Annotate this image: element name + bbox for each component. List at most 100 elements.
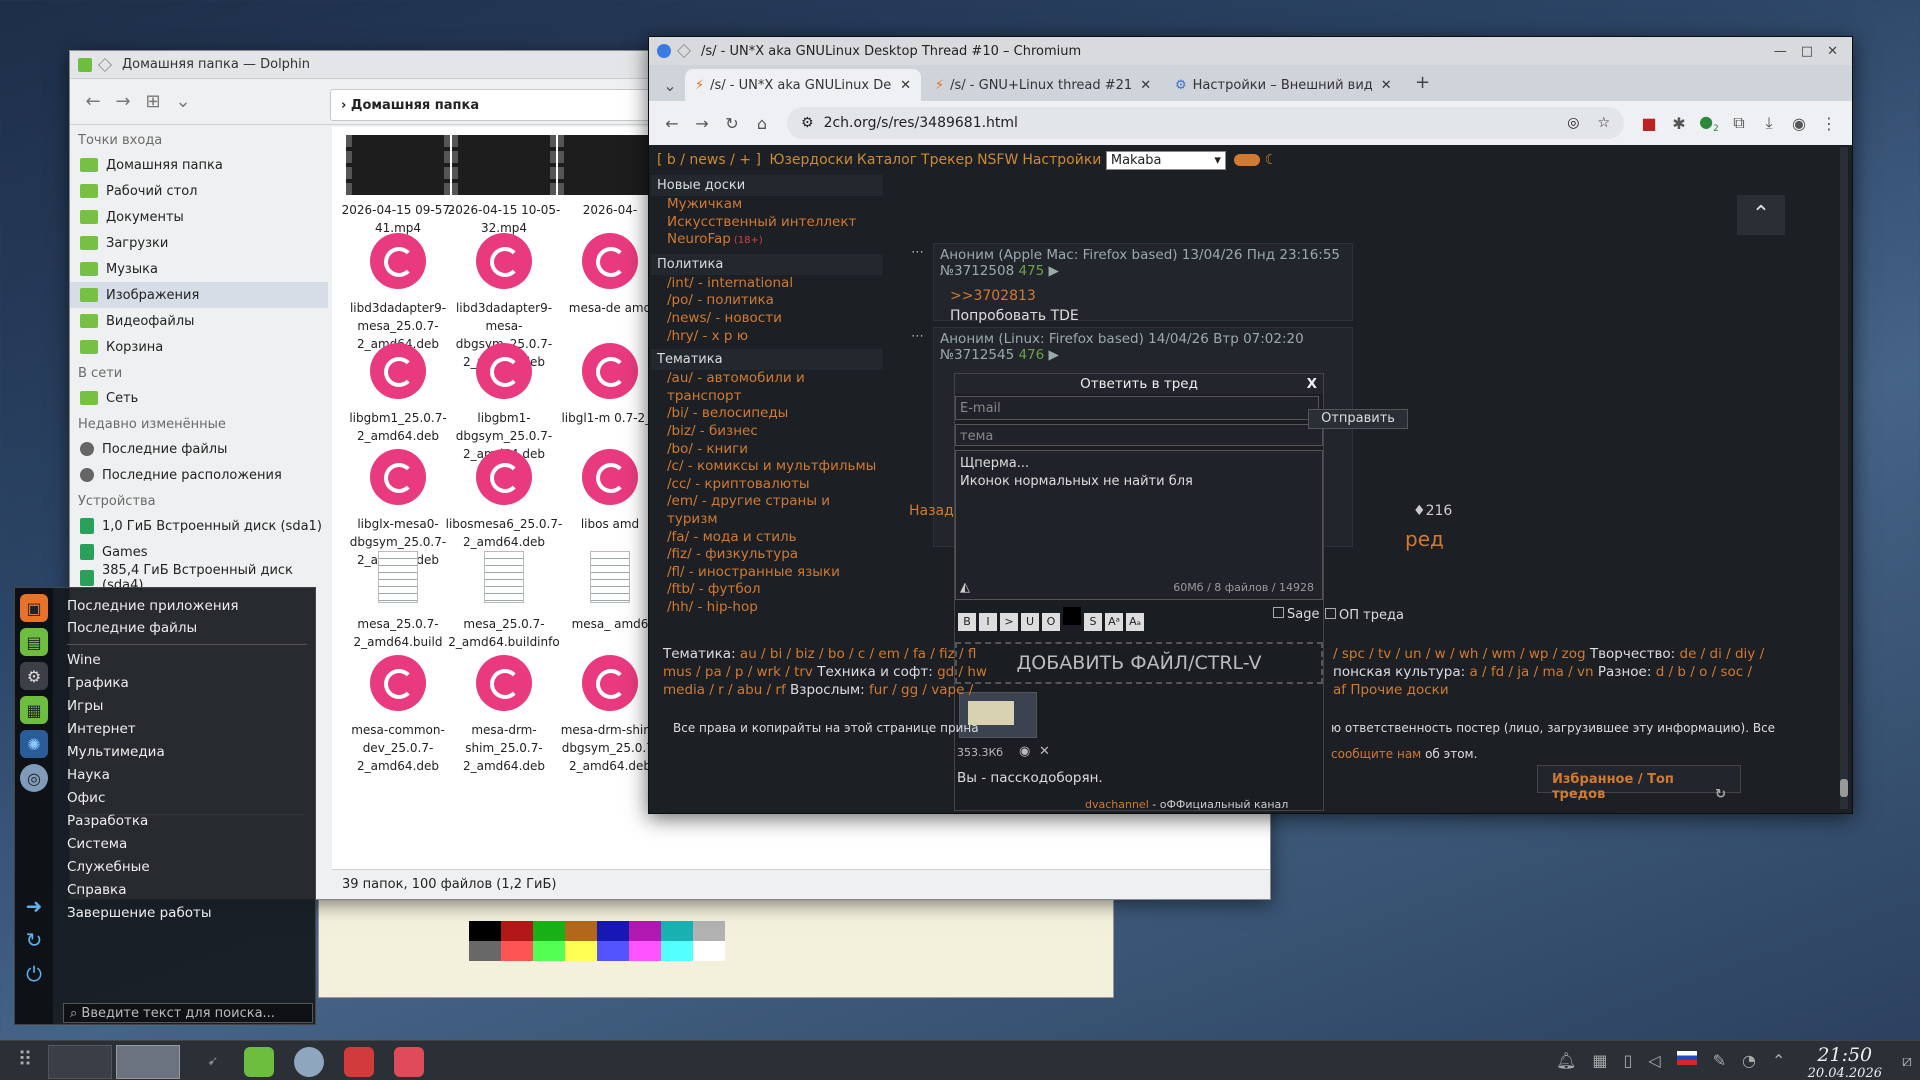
settings-gear-icon[interactable]: ⚙ <box>20 662 48 690</box>
menu-item-10[interactable]: Система <box>67 836 127 852</box>
app-launcher-icon[interactable]: ⠿ <box>10 1047 40 1077</box>
menu-board-link[interactable]: /po/ - политика <box>651 292 883 310</box>
places-item[interactable]: Корзина <box>70 334 328 360</box>
footer-board-links[interactable]: d / b / o / soc / <box>1656 664 1752 680</box>
restart-icon[interactable]: ↻ <box>20 926 48 954</box>
places-item[interactable]: Домашняя папка <box>70 152 328 178</box>
tab-thread-21[interactable]: ⚡ /s/ - GNU+Linux thread #21 ✕ <box>925 69 1161 101</box>
footer-other-boards[interactable]: af Прочие доски <box>1333 681 1449 699</box>
forward-arrow-icon[interactable]: → <box>687 114 717 133</box>
format-button[interactable]: Aₐ <box>1126 613 1144 631</box>
spoiler-button[interactable] <box>1063 607 1081 625</box>
files-icon[interactable]: ▤ <box>20 628 48 656</box>
minimize-icon[interactable]: — <box>1774 44 1787 59</box>
back-arrow-icon[interactable]: ← <box>657 114 687 133</box>
topnav-link[interactable]: Настройки <box>1022 152 1101 168</box>
menu-icon[interactable]: ⋮ <box>1814 114 1844 133</box>
file-item[interactable]: 2026-04-15 09-57-41.mp4 <box>338 127 458 237</box>
menu-item-0[interactable]: Последние приложения <box>67 598 239 614</box>
file-item[interactable]: 2026-04-15 10-05-32.mp4 <box>444 127 564 237</box>
post-menu-icon[interactable]: ⋯ <box>911 329 924 344</box>
menu-board-link[interactable]: /fa/ - мода и стиль <box>651 529 883 547</box>
format-button[interactable]: O <box>1042 613 1060 631</box>
file-item[interactable]: mesa_25.0.7-2_amd64.build <box>338 545 458 651</box>
moon-icon[interactable]: ☾ <box>1265 152 1278 168</box>
folder-icon[interactable]: ▦ <box>20 696 48 724</box>
tray-arrow-icon[interactable]: ⌃ <box>1772 1051 1785 1070</box>
tab-thread-10[interactable]: ⚡ /s/ - UN*X aka GNULinux De ✕ <box>685 69 921 101</box>
menu-board-link[interactable]: /news/ - новости <box>651 310 883 328</box>
clipboard-icon[interactable]: ▯ <box>1623 1051 1632 1070</box>
play-icon[interactable]: ▶ <box>1049 263 1059 279</box>
russian-flag-icon[interactable] <box>1676 1051 1697 1065</box>
menu-item-9[interactable]: Разработка <box>67 813 148 829</box>
places-item[interactable]: Видеофайлы <box>70 308 328 334</box>
play-icon[interactable]: ▶ <box>1049 347 1059 363</box>
logout-icon[interactable]: ➜ <box>20 892 48 920</box>
menu-item-8[interactable]: Офис <box>67 790 105 806</box>
topnav-link[interactable]: Юзердоски <box>769 152 853 168</box>
menu-board-link[interactable]: /fl/ - иностранные языки <box>651 564 883 582</box>
shop-icon[interactable]: ▣ <box>20 594 48 622</box>
eye-icon[interactable]: ◉ <box>1019 744 1030 759</box>
menu-item-7[interactable]: Наука <box>67 767 110 783</box>
download-icon[interactable]: ⤓ <box>1754 113 1784 133</box>
topnav-link[interactable]: Каталог <box>857 152 917 168</box>
post-menu-icon[interactable]: ⋯ <box>911 245 924 260</box>
eye-off-icon[interactable]: ◎ <box>1567 115 1579 131</box>
scroll-top-button[interactable]: ⌃ <box>1737 195 1785 235</box>
footer-board-links[interactable]: mus / pa / p / wrk / trv <box>663 664 813 680</box>
menu-board-link[interactable]: /bi/ - велосипеды <box>651 405 883 423</box>
menu-board-link[interactable]: /hh/ - hip-hop <box>651 599 883 617</box>
menu-board-link[interactable]: /hry/ - х р ю <box>651 328 883 346</box>
menu-board-link[interactable]: /ftb/ - футбол <box>651 581 883 599</box>
menu-item-3[interactable]: Графика <box>67 675 129 691</box>
remove-file-icon[interactable]: ✕ <box>1039 744 1050 759</box>
places-item[interactable]: Рабочий стол <box>70 178 328 204</box>
file-item[interactable]: mesa_25.0.7-2_amd64.buildinfo <box>444 545 564 651</box>
address-bar[interactable]: ⚙ 2ch.org/s/res/3489681.html ☆ ◎ <box>787 107 1624 139</box>
menu-board-link[interactable]: /biz/ - бизнес <box>651 423 883 441</box>
scrollbar[interactable] <box>1840 147 1848 809</box>
favorites-button[interactable]: Избранное / Топ тредов ↻ <box>1537 765 1741 802</box>
update-icon[interactable]: ◔ <box>1742 1051 1756 1070</box>
menu-item-6[interactable]: Мультимедиа <box>67 744 165 760</box>
format-button[interactable]: B <box>958 613 976 631</box>
footer-board-links[interactable]: / spc / tv / un / w / wh / wm / wp / zog <box>1333 646 1586 662</box>
reload-icon[interactable]: ↻ <box>717 114 747 133</box>
reply-close-button[interactable]: X <box>1307 374 1317 394</box>
post-number[interactable]: 475 <box>1018 263 1044 279</box>
tab-close-icon[interactable]: ✕ <box>1373 78 1392 93</box>
footer-board-links[interactable]: fur / gg / vape / <box>869 682 973 698</box>
file-item[interactable]: mesa-drm-shim_25.0.7-2_amd64.deb <box>444 649 564 775</box>
browser-icon[interactable]: ✺ <box>20 730 48 758</box>
profile-icon[interactable]: ◉ <box>1784 114 1814 133</box>
back-link[interactable]: Назад <box>909 503 954 519</box>
clock[interactable]: 21:50 20.04.2026 <box>1808 1044 1882 1080</box>
places-item[interactable]: Загрузки <box>70 230 328 256</box>
notifications-icon[interactable]: 🔔︎ <box>1556 1051 1576 1070</box>
extension-flag-icon[interactable]: ■ <box>1634 114 1664 133</box>
places-item[interactable]: Сеть <box>70 385 328 411</box>
menu-board-link[interactable]: NeuroFap (18+) <box>651 231 883 250</box>
site-info-icon[interactable]: ⚙ <box>801 115 814 131</box>
menu-board-link[interactable]: /fiz/ - физкультура <box>651 546 883 564</box>
menu-board-link[interactable]: /bo/ - книги <box>651 441 883 459</box>
footer-board-links[interactable]: media / r / abu / rf <box>663 682 786 698</box>
post-number[interactable]: 476 <box>1018 347 1044 363</box>
back-arrow-icon[interactable]: ← <box>78 91 108 112</box>
menu-board-link[interactable]: Мужичкам <box>651 196 883 214</box>
file-item[interactable]: libosmesa6_25.0.7-2_amd64.deb <box>444 443 564 551</box>
menu-item-2[interactable]: Wine <box>67 652 101 668</box>
format-button[interactable]: U <box>1021 613 1039 631</box>
style-select[interactable]: Makaba ▾ <box>1105 151 1226 170</box>
menu-board-link[interactable]: /au/ - автомобили и транспорт <box>651 370 883 405</box>
send-button[interactable]: Отправить <box>1308 409 1408 429</box>
places-item[interactable]: Games <box>70 539 328 565</box>
menu-item-4[interactable]: Игры <box>67 698 103 714</box>
places-item[interactable]: 1,0 ГиБ Встроенный диск (sda1) <box>70 513 328 539</box>
footer-board-links[interactable]: gd / hw <box>937 664 987 680</box>
refresh-icon[interactable]: ↻ <box>1715 787 1726 802</box>
new-tab-button[interactable]: + <box>1405 72 1440 101</box>
channel-link[interactable]: dvachannel <box>1085 798 1149 811</box>
